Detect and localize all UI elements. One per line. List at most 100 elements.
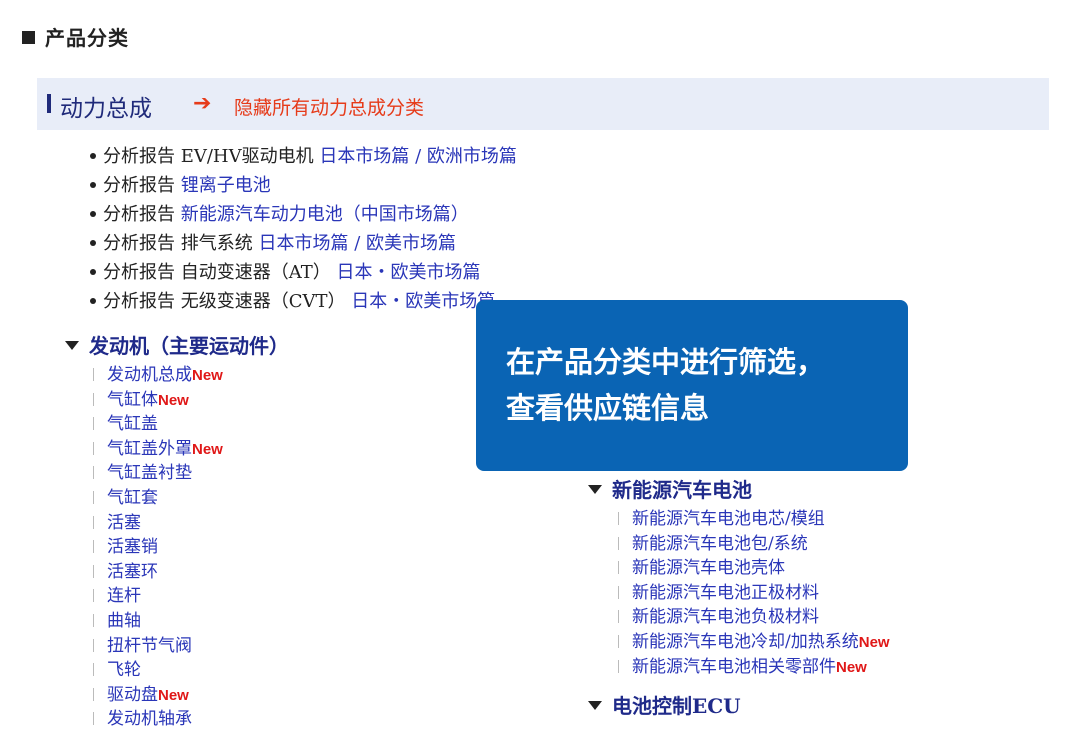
page-title: 产品分类 — [22, 22, 129, 51]
report-list: 分析报告 EV/HV驱动电机 日本市场篇 / 欧洲市场篇分析报告 锂离子电池分析… — [85, 142, 517, 316]
category-item-label: 发动机总成 — [107, 365, 192, 385]
report-link[interactable]: 日本市场篇 — [258, 233, 348, 254]
category-item[interactable]: 气缸套 — [93, 486, 289, 511]
category-toggle-ecu[interactable]: 电池控制ECU — [588, 690, 741, 719]
category-item[interactable]: 新能源汽车电池电芯/模组 — [618, 507, 890, 532]
new-badge: New — [158, 391, 189, 409]
divider — [93, 368, 94, 381]
report-item: 分析报告 无级变速器（CVT） 日本・欧美市场篇 — [85, 287, 517, 316]
report-link[interactable]: 日本・欧美市场篇 — [351, 291, 495, 312]
category-item-label: 气缸套 — [107, 487, 158, 508]
report-item: 分析报告 EV/HV驱动电机 日本市场篇 / 欧洲市场篇 — [85, 142, 517, 171]
category-engine: 发动机（主要运动件） 发动机总成New 气缸体New 气缸盖 气缸盖外罩New 气缸盖衬… — [65, 330, 289, 732]
report-prefix: 分析报告 排气系统 — [103, 233, 253, 254]
report-separator: / — [354, 233, 361, 254]
divider — [93, 712, 94, 726]
category-item-label: 气缸盖外罩 — [107, 438, 192, 459]
report-link[interactable]: 锂离子电池 — [181, 175, 271, 196]
divider — [93, 638, 94, 652]
new-badge: New — [858, 633, 890, 651]
category-item-label: 新能源汽车电池冷却/加热系统 — [632, 631, 859, 652]
category-item[interactable]: 连杆 — [93, 584, 289, 609]
section-banner: 动力总成 ➔ 隐藏所有动力总成分类 — [37, 78, 1049, 130]
section-title: 动力总成 — [60, 96, 152, 122]
arrow-right-icon: ➔ — [193, 91, 212, 116]
category-item[interactable]: 新能源汽车电池正极材料 — [618, 581, 890, 606]
category-toggle-engine[interactable]: 发动机（主要运动件） — [65, 330, 289, 359]
category-item-label: 曲轴 — [107, 610, 141, 631]
new-badge: New — [192, 367, 223, 384]
category-item[interactable]: 扭杆节气阀 — [93, 634, 289, 659]
category-ecu: 电池控制ECU — [588, 690, 741, 719]
report-link[interactable]: 日本・欧美市场篇 — [336, 262, 480, 283]
hint-tooltip: 在产品分类中进行筛选， 查看供应链信息 — [476, 300, 908, 471]
section-bar-icon — [47, 94, 51, 113]
category-item-label: 气缸盖衬垫 — [107, 463, 192, 484]
divider — [93, 540, 94, 554]
divider — [618, 536, 619, 550]
hide-all-link[interactable]: 隐藏所有动力总成分类 — [234, 93, 424, 120]
category-toggle-battery[interactable]: 新能源汽车电池 — [588, 474, 890, 503]
category-item[interactable]: 新能源汽车电池相关零部件New — [618, 655, 890, 680]
report-link[interactable]: 欧美市场篇 — [366, 233, 456, 254]
category-battery: 新能源汽车电池 新能源汽车电池电芯/模组 新能源汽车电池包/系统 新能源汽车电池壳体… — [588, 474, 890, 679]
divider — [93, 490, 94, 504]
category-item-label: 发动机轴承 — [107, 709, 192, 730]
category-item-label: 飞轮 — [107, 660, 141, 681]
category-item-label: 连杆 — [107, 586, 141, 607]
new-badge: New — [192, 440, 223, 458]
bullet-icon — [90, 240, 96, 246]
divider — [618, 634, 619, 648]
category-item-label: 驱动盘 — [107, 684, 158, 705]
report-prefix: 分析报告 — [103, 204, 175, 225]
report-item: 分析报告 自动变速器（AT） 日本・欧美市场篇 — [85, 258, 517, 287]
category-item[interactable]: 气缸盖衬垫 — [93, 461, 289, 486]
category-item-label: 气缸盖 — [107, 414, 158, 435]
divider — [93, 392, 94, 406]
category-item[interactable]: 活塞 — [93, 511, 289, 536]
triangle-down-icon — [588, 701, 602, 710]
bullet-icon — [90, 153, 96, 159]
divider — [618, 561, 619, 575]
category-item[interactable]: 气缸体New — [93, 388, 289, 413]
divider — [93, 613, 94, 627]
divider — [93, 466, 94, 480]
category-item[interactable]: 活塞环 — [93, 560, 289, 585]
category-item-label: 新能源汽车电池正极材料 — [632, 582, 819, 603]
triangle-down-icon — [588, 485, 602, 494]
category-item[interactable]: 驱动盘New — [93, 683, 289, 708]
category-item[interactable]: 曲轴 — [93, 609, 289, 634]
category-item-label: 新能源汽车电池包/系统 — [632, 533, 808, 554]
divider — [618, 585, 619, 599]
divider — [93, 687, 94, 701]
category-item[interactable]: 新能源汽车电池壳体 — [618, 556, 890, 581]
bullet-icon — [90, 269, 96, 275]
divider — [93, 663, 94, 677]
divider — [93, 515, 94, 529]
category-item-label: 活塞环 — [107, 561, 158, 582]
category-item[interactable]: 新能源汽车电池冷却/加热系统New — [618, 630, 890, 655]
report-item: 分析报告 排气系统 日本市场篇 / 欧美市场篇 — [85, 229, 517, 258]
square-bullet-icon — [22, 31, 35, 44]
engine-item-list: 发动机总成New 气缸体New 气缸盖 气缸盖外罩New 气缸盖衬垫 气缸套 活塞 活塞销 活塞… — [93, 363, 289, 732]
category-item[interactable]: 新能源汽车电池包/系统 — [618, 532, 890, 557]
category-item[interactable]: 新能源汽车电池负极材料 — [618, 605, 890, 630]
new-badge: New — [836, 658, 867, 676]
report-separator: / — [415, 146, 422, 167]
category-item-label: 活塞销 — [107, 537, 158, 558]
category-item[interactable]: 活塞销 — [93, 535, 289, 560]
bullet-icon — [90, 182, 96, 188]
report-prefix: 分析报告 自动变速器（AT） — [103, 262, 331, 283]
bullet-icon — [90, 211, 96, 217]
category-item-label: 新能源汽车电池负极材料 — [632, 607, 819, 628]
report-link[interactable]: 日本市场篇 — [319, 146, 409, 167]
category-item[interactable]: 发动机总成New — [93, 363, 289, 388]
battery-item-list: 新能源汽车电池电芯/模组 新能源汽车电池包/系统 新能源汽车电池壳体 新能源汽车电池正… — [618, 507, 890, 679]
category-item[interactable]: 气缸盖 — [93, 412, 289, 437]
category-item-label: 活塞 — [107, 512, 141, 533]
report-link[interactable]: 新能源汽车动力电池（中国市场篇） — [181, 204, 469, 225]
category-item[interactable]: 发动机轴承 — [93, 707, 289, 732]
report-link[interactable]: 欧洲市场篇 — [427, 146, 517, 167]
category-item[interactable]: 飞轮 — [93, 658, 289, 683]
category-item[interactable]: 气缸盖外罩New — [93, 437, 289, 462]
